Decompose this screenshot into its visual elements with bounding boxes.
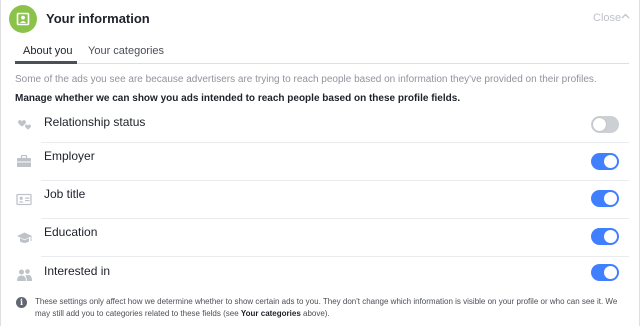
hearts-icon — [18, 120, 31, 130]
field-label: Education — [44, 225, 98, 239]
your-information-panel: Your information Close About you Your ca… — [0, 0, 640, 326]
manage-heading: Manage whether we can show you ads inten… — [15, 93, 461, 104]
people-icon — [17, 269, 32, 281]
close-link[interactable]: Close — [593, 12, 621, 24]
panel-title: Your information — [46, 11, 150, 26]
info-icon: i — [16, 297, 27, 308]
field-label: Relationship status — [44, 115, 146, 129]
active-tab-indicator — [15, 61, 77, 64]
field-row-education: Education — [15, 219, 629, 257]
tab-your-categories[interactable]: Your categories — [88, 45, 164, 57]
profile-card-icon — [9, 5, 37, 33]
field-label: Interested in — [44, 264, 111, 278]
tab-about-you[interactable]: About you — [23, 45, 73, 57]
tab-bar: About you Your categories — [15, 38, 629, 64]
field-row-interested-in: Interested in — [15, 257, 629, 295]
field-row-employer: Employer — [15, 143, 629, 181]
your-categories-link[interactable]: Your categories — [241, 309, 301, 318]
field-label: Employer — [44, 149, 95, 163]
briefcase-icon — [17, 154, 31, 167]
footer-note: i These settings only affect how we dete… — [15, 291, 629, 321]
employer-toggle[interactable] — [591, 153, 619, 170]
field-row-relationship-status: Relationship status — [15, 105, 629, 143]
relationship-status-toggle[interactable] — [591, 116, 619, 133]
id-card-icon — [16, 193, 32, 206]
footer-text: These settings only affect how we determ… — [35, 297, 618, 318]
intro-text: Some of the ads you see are because adve… — [15, 74, 597, 85]
chevron-up-icon[interactable] — [621, 13, 630, 19]
job-title-toggle[interactable] — [591, 190, 619, 207]
field-row-job-title: Job title — [15, 181, 629, 219]
graduation-cap-icon — [17, 232, 32, 243]
education-toggle[interactable] — [591, 228, 619, 245]
panel-header: Your information Close — [1, 0, 639, 38]
field-label: Job title — [44, 187, 86, 201]
interested-in-toggle[interactable] — [591, 264, 619, 281]
